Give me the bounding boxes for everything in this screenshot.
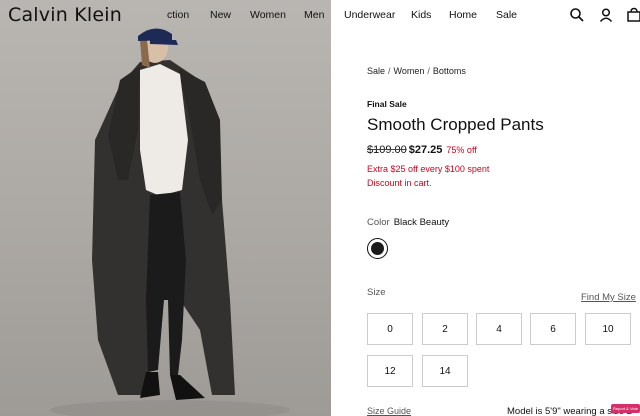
size-guide-link[interactable]: Size Guide (367, 406, 411, 416)
price-row: $109.00 $27.25 75% off (367, 144, 477, 156)
size-option-6[interactable]: 6 (530, 313, 576, 345)
brand-logo[interactable]: Calvin Klein (8, 4, 122, 26)
nav-item-men[interactable]: Men (304, 9, 324, 21)
nav-item-collection[interactable]: ction (167, 9, 189, 21)
size-option-0[interactable]: 0 (367, 313, 413, 345)
size-option-12[interactable]: 12 (367, 355, 413, 387)
swatch-fill (371, 242, 384, 255)
model-illustration (50, 28, 290, 416)
find-my-size-link[interactable]: Find My Size (581, 292, 636, 303)
discount-label: 75% off (446, 145, 477, 155)
breadcrumb-bottoms[interactable]: Bottoms (433, 66, 466, 76)
color-value: Black Beauty (393, 217, 450, 228)
color-row: Color Black Beauty (367, 217, 449, 228)
nav-item-women[interactable]: Women (250, 9, 286, 21)
breadcrumb-sale[interactable]: Sale (367, 66, 385, 76)
sale-price: $27.25 (408, 144, 443, 156)
product-title: Smooth Cropped Pants (367, 115, 544, 134)
color-swatch-black-beauty[interactable] (367, 238, 388, 259)
nav-item-new[interactable]: New (210, 9, 231, 21)
size-label: Size (367, 287, 386, 298)
size-option-4[interactable]: 4 (476, 313, 522, 345)
product-image[interactable] (0, 0, 331, 416)
original-price: $109.00 (367, 144, 407, 156)
breadcrumb-women[interactable]: Women (394, 66, 425, 76)
breadcrumb: Sale / Women / Bottoms (367, 66, 466, 76)
size-option-10[interactable]: 10 (585, 313, 631, 345)
final-sale-badge: Final Sale (367, 99, 407, 109)
size-option-14[interactable]: 14 (422, 355, 468, 387)
promo-line-2: Discount in cart. (367, 177, 432, 188)
size-option-2[interactable]: 2 (422, 313, 468, 345)
color-label: Color (367, 217, 390, 228)
product-details: Sale / Women / Bottoms Final Sale Smooth Cro… (332, 0, 640, 416)
report-tag[interactable]: Report & Vote (611, 404, 640, 413)
promo-message: Extra $25 off every $100 spent Discount … (367, 163, 489, 190)
promo-line-1: Extra $25 off every $100 spent (367, 164, 490, 174)
